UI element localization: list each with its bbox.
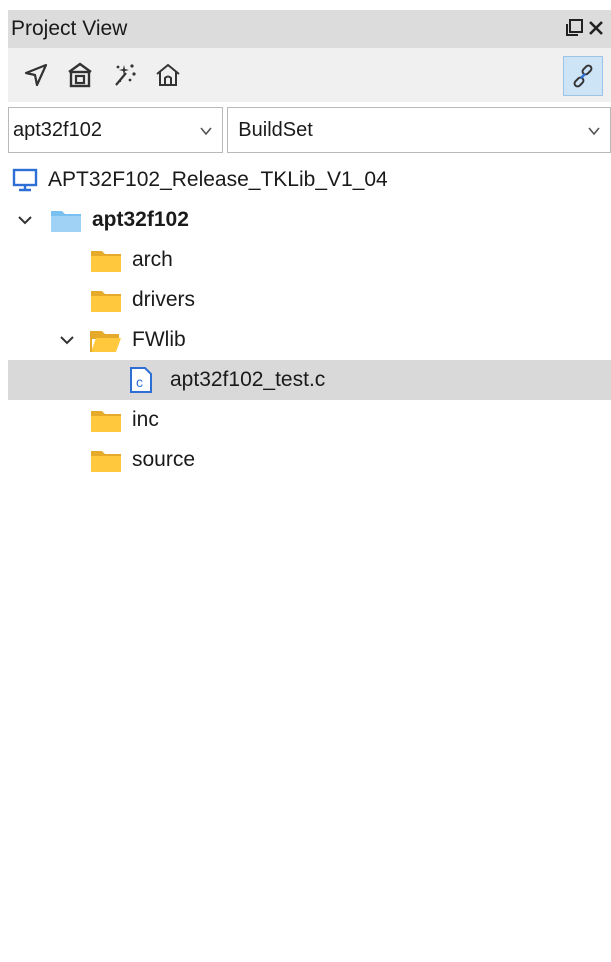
project-toolbar xyxy=(8,48,611,102)
project-folder-icon xyxy=(50,207,82,233)
buildset-select-value: BuildSet xyxy=(238,118,313,141)
buildset-select[interactable]: BuildSet xyxy=(227,107,611,153)
open-folder-icon xyxy=(90,327,122,353)
tree-project-item[interactable]: apt32f102 xyxy=(0,200,611,240)
title-buttons xyxy=(563,16,607,40)
tree-folder-label: source xyxy=(132,448,196,471)
folder-icon xyxy=(90,287,122,313)
selector-bar: apt32f102 BuildSet xyxy=(8,106,611,154)
computer-icon xyxy=(12,167,38,193)
folder-icon xyxy=(90,407,122,433)
folder-icon xyxy=(90,247,122,273)
panel-title: Project View xyxy=(11,17,128,40)
chevron-down-icon[interactable] xyxy=(586,122,602,145)
tree-file-label: apt32f102_test.c xyxy=(170,368,326,391)
chevron-down-icon[interactable] xyxy=(198,122,214,145)
tree-folder-label: inc xyxy=(132,408,159,431)
tree-folder-inc[interactable]: inc xyxy=(0,400,611,440)
folder-icon xyxy=(90,447,122,473)
tree-project-label: apt32f102 xyxy=(92,208,189,231)
top-strip xyxy=(0,0,611,10)
svg-text:c: c xyxy=(136,374,143,390)
tree-folder-label: arch xyxy=(132,248,173,271)
tree-folder-fwlib[interactable]: FWlib xyxy=(0,320,611,360)
home-building-icon[interactable] xyxy=(60,55,100,95)
tree-file-item[interactable]: c apt32f102_test.c xyxy=(8,360,611,400)
locate-arrow-icon[interactable] xyxy=(16,55,56,95)
restore-window-icon[interactable] xyxy=(563,16,585,40)
project-select[interactable]: apt32f102 xyxy=(8,107,224,153)
tree-folder-drivers[interactable]: drivers xyxy=(0,280,611,320)
project-select-value: apt32f102 xyxy=(13,118,102,141)
tree-folder-label: FWlib xyxy=(132,328,186,351)
tree-root-label: APT32F102_Release_TKLib_V1_04 xyxy=(48,168,388,191)
tree-root-item[interactable]: APT32F102_Release_TKLib_V1_04 xyxy=(0,160,611,200)
link-sync-icon[interactable] xyxy=(563,56,603,96)
close-icon[interactable] xyxy=(585,16,607,40)
chevron-down-icon[interactable] xyxy=(14,209,36,231)
chevron-down-icon[interactable] xyxy=(56,329,78,351)
panel-titlebar: Project View xyxy=(8,10,611,48)
sparkle-wand-icon[interactable] xyxy=(104,55,144,95)
c-file-icon: c xyxy=(128,366,154,394)
tree-folder-source[interactable]: source xyxy=(0,440,611,480)
tree-folder-arch[interactable]: arch xyxy=(0,240,611,280)
home-outline-icon[interactable] xyxy=(148,55,188,95)
tree-folder-label: drivers xyxy=(132,288,196,311)
